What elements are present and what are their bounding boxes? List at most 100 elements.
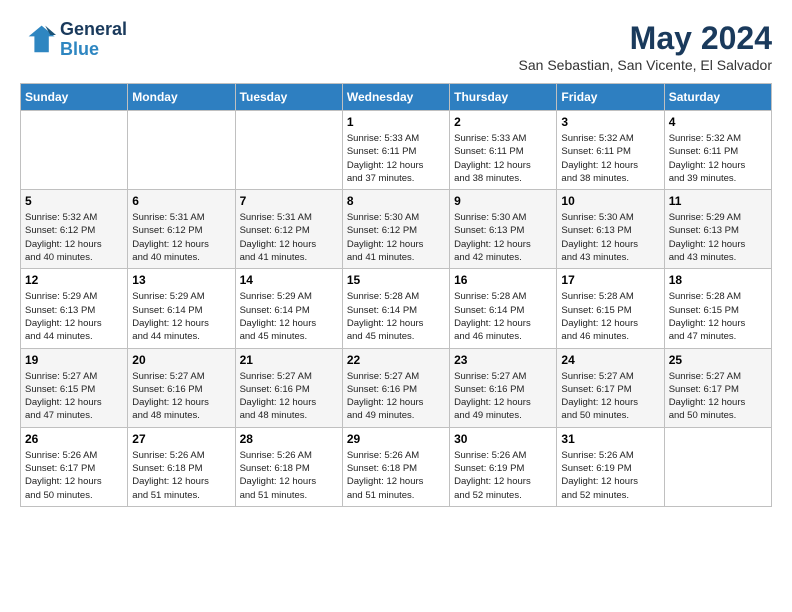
day-number: 10 xyxy=(561,194,659,208)
calendar-day-23: 23Sunrise: 5:27 AMSunset: 6:16 PMDayligh… xyxy=(450,348,557,427)
day-number: 14 xyxy=(240,273,338,287)
day-number: 25 xyxy=(669,353,767,367)
calendar-day-10: 10 Sunrise: 5:30 AMSunset: 6:13 PMDayligh… xyxy=(557,190,664,269)
day-info: Sunrise: 5:33 AMSunset: 6:11 PMDaylight:… xyxy=(347,132,445,185)
day-info: Sunrise: 5:28 AMSunset: 6:14 PMDaylight:… xyxy=(347,290,445,343)
day-info: Sunrise: 5:28 AMSunset: 6:14 PMDaylight:… xyxy=(454,290,552,343)
calendar-empty-cell xyxy=(128,111,235,190)
day-info: Sunrise: 5:32 AMSunset: 6:11 PMDaylight:… xyxy=(561,132,659,185)
day-number: 1 xyxy=(347,115,445,129)
calendar-day-22: 22 Sunrise: 5:27 AMSunset: 6:16 PMDayligh… xyxy=(342,348,449,427)
day-number: 29 xyxy=(347,432,445,446)
calendar-empty-cell xyxy=(235,111,342,190)
weekday-header-monday: Monday xyxy=(128,84,235,111)
calendar-day-21: 21 Sunrise: 5:27 AMSunset: 6:16 PMDayligh… xyxy=(235,348,342,427)
calendar-day-16: 16 Sunrise: 5:28 AMSunset: 6:14 PMDayligh… xyxy=(450,269,557,348)
calendar-day-4: 4 Sunrise: 5:32 AMSunset: 6:11 PMDaylight… xyxy=(664,111,771,190)
day-number: 12 xyxy=(25,273,123,287)
calendar-day-28: 28 Sunrise: 5:26 AMSunset: 6:18 PMDayligh… xyxy=(235,427,342,506)
day-info: Sunrise: 5:27 AMSunset: 6:16 PMDaylight:… xyxy=(454,370,552,423)
day-info: Sunrise: 5:28 AMSunset: 6:15 PMDaylight:… xyxy=(669,290,767,343)
calendar-day-8: 8 Sunrise: 5:30 AMSunset: 6:12 PMDaylight… xyxy=(342,190,449,269)
calendar-day-24: 24 Sunrise: 5:27 AMSunset: 6:17 PMDayligh… xyxy=(557,348,664,427)
day-number: 22 xyxy=(347,353,445,367)
day-number: 30 xyxy=(454,432,552,446)
day-number: 24 xyxy=(561,353,659,367)
calendar-day-14: 14 Sunrise: 5:29 AMSunset: 6:14 PMDayligh… xyxy=(235,269,342,348)
day-info: Sunrise: 5:30 AMSunset: 6:13 PMDaylight:… xyxy=(454,211,552,264)
day-info: Sunrise: 5:27 AMSunset: 6:16 PMDaylight:… xyxy=(240,370,338,423)
calendar-day-15: 15 Sunrise: 5:28 AMSunset: 6:14 PMDayligh… xyxy=(342,269,449,348)
weekday-header-wednesday: Wednesday xyxy=(342,84,449,111)
weekday-header-saturday: Saturday xyxy=(664,84,771,111)
day-info: Sunrise: 5:27 AMSunset: 6:17 PMDaylight:… xyxy=(561,370,659,423)
day-info: Sunrise: 5:30 AMSunset: 6:13 PMDaylight:… xyxy=(561,211,659,264)
calendar-day-31: 31Sunrise: 5:26 AMSunset: 6:19 PMDayligh… xyxy=(557,427,664,506)
day-info: Sunrise: 5:29 AMSunset: 6:13 PMDaylight:… xyxy=(25,290,123,343)
calendar-day-13: 13 Sunrise: 5:29 AMSunset: 6:14 PMDayligh… xyxy=(128,269,235,348)
day-number: 21 xyxy=(240,353,338,367)
day-info: Sunrise: 5:29 AMSunset: 6:14 PMDaylight:… xyxy=(132,290,230,343)
header: General Blue May 2024 San Sebastian, San… xyxy=(20,20,772,73)
day-number: 9 xyxy=(454,194,552,208)
day-info: Sunrise: 5:27 AMSunset: 6:16 PMDaylight:… xyxy=(347,370,445,423)
title-area: May 2024 San Sebastian, San Vicente, El … xyxy=(519,20,772,73)
weekday-header-friday: Friday xyxy=(557,84,664,111)
day-number: 18 xyxy=(669,273,767,287)
day-info: Sunrise: 5:26 AMSunset: 6:18 PMDaylight:… xyxy=(132,449,230,502)
calendar-day-12: 12 Sunrise: 5:29 AMSunset: 6:13 PMDayligh… xyxy=(21,269,128,348)
day-info: Sunrise: 5:26 AMSunset: 6:19 PMDaylight:… xyxy=(454,449,552,502)
calendar-day-9: 9 Sunrise: 5:30 AMSunset: 6:13 PMDaylight… xyxy=(450,190,557,269)
calendar-empty-cell xyxy=(21,111,128,190)
calendar-empty-cell xyxy=(664,427,771,506)
calendar-day-29: 29 Sunrise: 5:26 AMSunset: 6:18 PMDayligh… xyxy=(342,427,449,506)
calendar-table: SundayMondayTuesdayWednesdayThursdayFrid… xyxy=(20,83,772,507)
calendar-body: 1 Sunrise: 5:33 AMSunset: 6:11 PMDaylight… xyxy=(21,111,772,507)
calendar-day-26: 26Sunrise: 5:26 AMSunset: 6:17 PMDayligh… xyxy=(21,427,128,506)
day-number: 17 xyxy=(561,273,659,287)
calendar-day-11: 11Sunrise: 5:29 AMSunset: 6:13 PMDayligh… xyxy=(664,190,771,269)
day-info: Sunrise: 5:29 AMSunset: 6:13 PMDaylight:… xyxy=(669,211,767,264)
day-info: Sunrise: 5:26 AMSunset: 6:18 PMDaylight:… xyxy=(347,449,445,502)
day-number: 13 xyxy=(132,273,230,287)
calendar-week-row: 12 Sunrise: 5:29 AMSunset: 6:13 PMDayligh… xyxy=(21,269,772,348)
day-number: 2 xyxy=(454,115,552,129)
day-number: 26 xyxy=(25,432,123,446)
calendar-day-5: 5Sunrise: 5:32 AMSunset: 6:12 PMDaylight… xyxy=(21,190,128,269)
day-number: 31 xyxy=(561,432,659,446)
calendar-header-row: SundayMondayTuesdayWednesdayThursdayFrid… xyxy=(21,84,772,111)
calendar-day-3: 3 Sunrise: 5:32 AMSunset: 6:11 PMDaylight… xyxy=(557,111,664,190)
day-number: 4 xyxy=(669,115,767,129)
calendar-day-1: 1 Sunrise: 5:33 AMSunset: 6:11 PMDaylight… xyxy=(342,111,449,190)
day-info: Sunrise: 5:29 AMSunset: 6:14 PMDaylight:… xyxy=(240,290,338,343)
location-subtitle: San Sebastian, San Vicente, El Salvador xyxy=(519,57,772,73)
day-number: 15 xyxy=(347,273,445,287)
day-info: Sunrise: 5:27 AMSunset: 6:16 PMDaylight:… xyxy=(132,370,230,423)
calendar-day-30: 30 Sunrise: 5:26 AMSunset: 6:19 PMDayligh… xyxy=(450,427,557,506)
day-info: Sunrise: 5:31 AMSunset: 6:12 PMDaylight:… xyxy=(240,211,338,264)
day-info: Sunrise: 5:30 AMSunset: 6:12 PMDaylight:… xyxy=(347,211,445,264)
calendar-day-20: 20Sunrise: 5:27 AMSunset: 6:16 PMDayligh… xyxy=(128,348,235,427)
day-number: 3 xyxy=(561,115,659,129)
day-number: 8 xyxy=(347,194,445,208)
day-info: Sunrise: 5:32 AMSunset: 6:11 PMDaylight:… xyxy=(669,132,767,185)
calendar-week-row: 19Sunrise: 5:27 AMSunset: 6:15 PMDayligh… xyxy=(21,348,772,427)
day-info: Sunrise: 5:26 AMSunset: 6:18 PMDaylight:… xyxy=(240,449,338,502)
day-info: Sunrise: 5:33 AMSunset: 6:11 PMDaylight:… xyxy=(454,132,552,185)
day-number: 28 xyxy=(240,432,338,446)
calendar-week-row: 5Sunrise: 5:32 AMSunset: 6:12 PMDaylight… xyxy=(21,190,772,269)
calendar-week-row: 1 Sunrise: 5:33 AMSunset: 6:11 PMDaylight… xyxy=(21,111,772,190)
month-year-title: May 2024 xyxy=(519,20,772,57)
day-number: 16 xyxy=(454,273,552,287)
calendar-day-17: 17Sunrise: 5:28 AMSunset: 6:15 PMDayligh… xyxy=(557,269,664,348)
calendar-day-2: 2 Sunrise: 5:33 AMSunset: 6:11 PMDaylight… xyxy=(450,111,557,190)
day-info: Sunrise: 5:27 AMSunset: 6:15 PMDaylight:… xyxy=(25,370,123,423)
weekday-header-tuesday: Tuesday xyxy=(235,84,342,111)
calendar-day-18: 18 Sunrise: 5:28 AMSunset: 6:15 PMDayligh… xyxy=(664,269,771,348)
logo: General Blue xyxy=(20,20,127,60)
weekday-header-sunday: Sunday xyxy=(21,84,128,111)
logo-icon xyxy=(20,22,56,58)
day-number: 7 xyxy=(240,194,338,208)
day-number: 6 xyxy=(132,194,230,208)
day-info: Sunrise: 5:27 AMSunset: 6:17 PMDaylight:… xyxy=(669,370,767,423)
